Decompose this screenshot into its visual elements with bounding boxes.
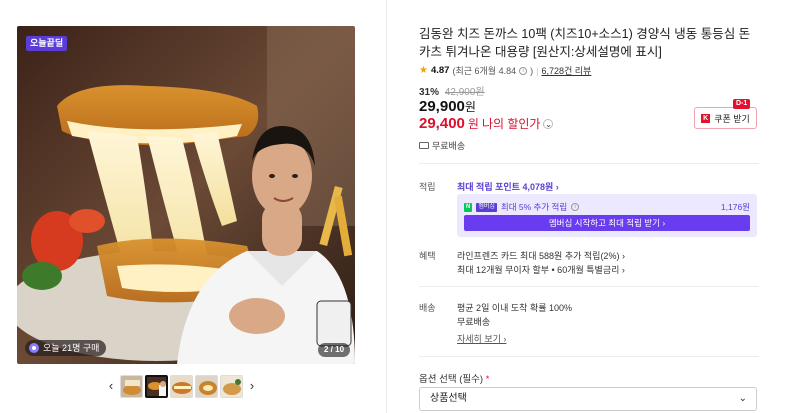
my-price-value: 29,400 xyxy=(419,115,465,132)
thumbnail-3-image xyxy=(171,375,192,397)
membership-text: 최대 5% 추가 적립 xyxy=(500,202,568,212)
card-benefit-link[interactable]: 라인프렌즈 카드 최대 588원 추가 적립(2%) › xyxy=(457,249,625,262)
chevron-down-icon: ⌄ xyxy=(738,393,747,404)
rating-row: ★ 4.87 (최근 6개월 4.84 i ) | 6,728건 리뷰 xyxy=(419,64,591,77)
purchase-icon xyxy=(29,343,39,353)
thumbnail-4-image xyxy=(196,375,217,397)
chevron-down-icon[interactable]: ⌄ xyxy=(543,118,554,129)
discount-row: 31% 42,900원 xyxy=(419,83,485,98)
image-counter: 2 / 10 xyxy=(318,343,351,357)
section-divider xyxy=(419,356,759,357)
section-divider xyxy=(419,163,759,164)
free-shipping-text: 무료배송 xyxy=(432,141,466,151)
thumbnail-next-button[interactable]: › xyxy=(245,375,259,397)
max-point-link[interactable]: 최대 적립 포인트 4,078원 › xyxy=(457,180,559,193)
star-icon: ★ xyxy=(419,65,428,76)
today-deal-badge: 오늘끝딜 xyxy=(26,36,68,51)
thumbnail-3[interactable] xyxy=(170,374,193,398)
rating-recent: (최근 6개월 4.84 xyxy=(452,66,517,76)
option-label: 옵션 선택 (필수) * xyxy=(419,371,489,385)
coupon-deadline-badge: D-1 xyxy=(733,99,751,109)
discount-rate: 31% xyxy=(419,87,440,98)
column-divider xyxy=(386,0,387,413)
coupon-icon: K xyxy=(701,113,711,123)
delivery-eta: 평균 2일 이내 도착 확률 100% xyxy=(457,303,573,313)
my-price-unit: 원 xyxy=(467,117,479,131)
my-discount-price[interactable]: 29,400 원 나의 할인가 ⌄ xyxy=(419,115,554,132)
option-label-text: 옵션 선택 (필수) xyxy=(419,374,484,385)
info-icon[interactable]: i xyxy=(519,66,528,75)
membership-amount: 1,176원 xyxy=(720,202,750,212)
option-select-value: 상품선택 xyxy=(430,393,467,404)
purchase-count-text: 오늘 21명 구매 xyxy=(43,343,100,353)
rating-separator: | xyxy=(536,65,539,76)
product-title: 김동완 치즈 돈까스 10팩 (치즈10+소스1) 경양식 냉동 통등심 돈카츠… xyxy=(419,27,751,59)
thumbnail-5-image xyxy=(221,375,242,397)
original-price: 42,900원 xyxy=(444,87,485,98)
thumbnail-2[interactable] xyxy=(145,374,168,398)
info-icon[interactable]: i xyxy=(571,203,580,211)
section-divider xyxy=(419,286,759,287)
product-photo xyxy=(17,26,355,364)
required-mark: * xyxy=(485,374,490,385)
option-select[interactable]: 상품선택 ⌄ xyxy=(419,387,757,411)
sale-price: 29,900원 xyxy=(419,98,476,115)
thumbnail-prev-button[interactable]: ‹ xyxy=(104,375,118,397)
delivery-fee: 무료배송 xyxy=(457,317,491,327)
thumbnail-strip: ‹ › xyxy=(104,374,259,398)
points-label: 적립 xyxy=(419,182,436,192)
review-count-link[interactable]: 6,728건 리뷰 xyxy=(541,64,591,77)
my-price-label: 나의 할인가 xyxy=(481,117,541,131)
membership-row: N 멤버십 최대 5% 추가 적립 i 1,176원 xyxy=(464,201,750,213)
delivery-detail-link[interactable]: 자세히 보기 › xyxy=(457,332,506,345)
thumbnail-5[interactable] xyxy=(220,374,243,398)
thumbnail-2-image xyxy=(147,376,166,396)
membership-box: N 멤버십 최대 5% 추가 적립 i 1,176원 멤버십 시작하고 최대 적… xyxy=(457,194,757,237)
truck-icon xyxy=(419,142,429,149)
sale-price-value: 29,900 xyxy=(419,98,465,115)
rating-score: 4.87 xyxy=(430,65,450,76)
sale-price-unit: 원 xyxy=(464,100,476,114)
free-shipping-tag: 무료배송 xyxy=(419,139,465,152)
main-product-image[interactable] xyxy=(17,26,355,364)
membership-icon: 멤버십 xyxy=(476,202,497,212)
coupon-button-label: 쿠폰 받기 xyxy=(714,113,750,124)
delivery-label: 배송 xyxy=(419,303,436,313)
purchase-count-pill: 오늘 21명 구매 xyxy=(25,340,107,356)
thumbnail-4[interactable] xyxy=(195,374,218,398)
rating-recent-close: ) xyxy=(530,65,534,76)
coupon-button[interactable]: K 쿠폰 받기 xyxy=(694,107,757,129)
benefits-label: 혜택 xyxy=(419,251,436,261)
thumbnail-1[interactable] xyxy=(120,374,143,398)
installment-benefit-link[interactable]: 최대 12개월 무이자 할부 • 60개월 특별금리 › xyxy=(457,263,625,276)
thumbnail-1-image xyxy=(121,375,142,397)
naver-icon: N xyxy=(464,202,473,212)
membership-start-button[interactable]: 멤버십 시작하고 최대 적립 받기 › xyxy=(464,215,750,231)
